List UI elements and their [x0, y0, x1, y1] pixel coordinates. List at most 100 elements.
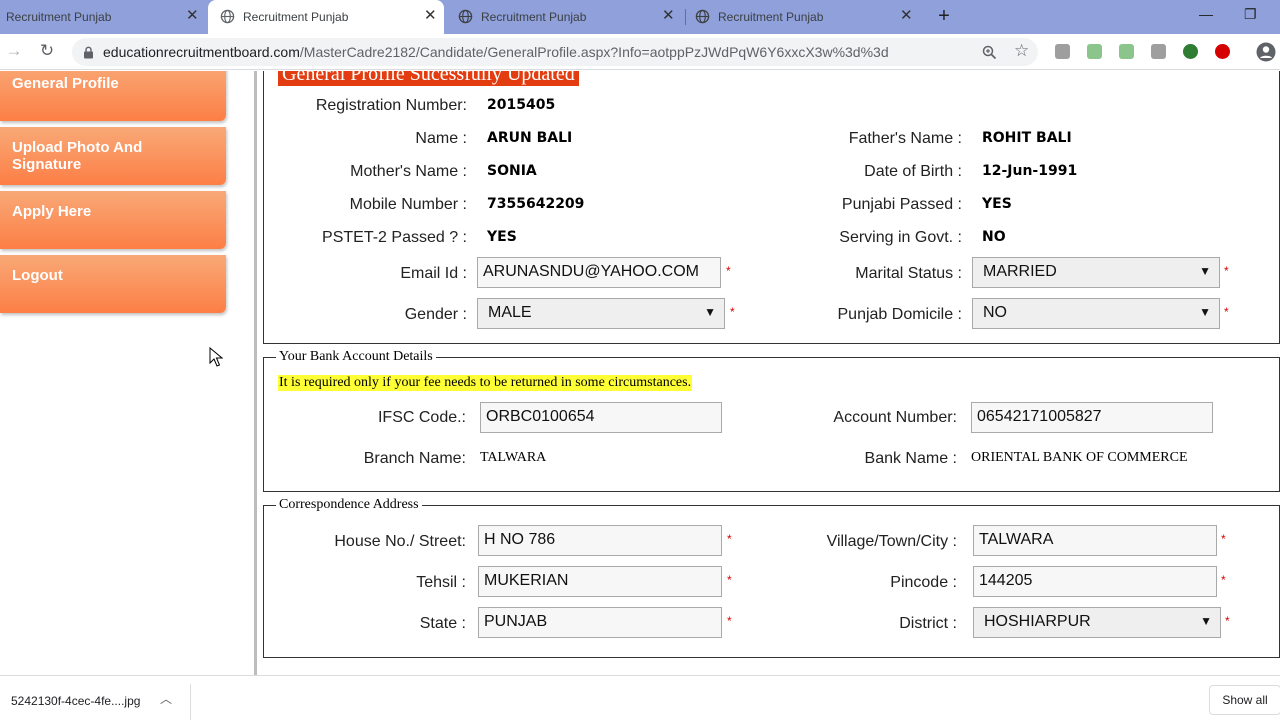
required-marker: *: [1224, 264, 1229, 278]
mother-name-value: SONIA: [487, 163, 537, 179]
ifsc-label: IFSC Code.:: [377, 409, 466, 426]
tab-strip: Recruitment Punjab ✕ Recruitment Punjab …: [0, 0, 1280, 34]
pincode-label: Pincode :: [890, 574, 957, 591]
branch-name-label: Branch Name:: [363, 450, 466, 467]
required-marker: *: [1221, 532, 1226, 546]
marital-status-value: MARRIED: [983, 263, 1057, 280]
pstet-label: PSTET-2 Passed ? :: [322, 229, 467, 246]
chevron-up-icon[interactable]: ︿: [160, 690, 172, 707]
sidebar-item-general-profile[interactable]: General Profile: [0, 71, 226, 121]
sidebar-item-label: Apply Here: [12, 203, 92, 220]
registration-value: 2015405: [487, 97, 556, 113]
account-number-field[interactable]: 06542171005827: [971, 402, 1213, 433]
account-number-label: Account Number:: [833, 409, 957, 426]
district-label: District :: [899, 615, 957, 632]
mouse-cursor-icon: [209, 347, 223, 367]
download-separator: [190, 684, 191, 720]
minimize-icon[interactable]: —: [1199, 6, 1213, 22]
mother-name-label: Mother's Name :: [350, 163, 467, 180]
tab-title: Recruitment Punjab: [481, 10, 587, 24]
tab-recruitment-punjab-3[interactable]: Recruitment Punjab ✕: [448, 0, 684, 34]
marital-status-select[interactable]: MARRIED ▼: [972, 257, 1220, 288]
bank-note: It is required only if your fee needs to…: [278, 375, 693, 391]
close-tab-icon[interactable]: ✕: [900, 8, 913, 24]
download-item[interactable]: 5242130f-4cec-4fe....jpg ︿: [0, 676, 190, 720]
extension-icon[interactable]: [1119, 44, 1134, 59]
sidebar-item-logout[interactable]: Logout: [0, 255, 226, 313]
extension-icon[interactable]: [1183, 44, 1198, 59]
dob-value: 12-Jun-1991: [982, 163, 1078, 179]
close-tab-icon[interactable]: ✕: [662, 8, 675, 24]
sidebar-item-label: General Profile: [12, 75, 119, 92]
close-tab-icon[interactable]: ✕: [186, 8, 199, 24]
lock-icon[interactable]: [83, 46, 94, 59]
sidebar-item-label: Logout: [12, 267, 63, 284]
dob-label: Date of Birth :: [864, 163, 962, 180]
punjab-domicile-value: NO: [983, 304, 1007, 321]
tab-recruitment-punjab-2[interactable]: Recruitment Punjab ✕: [208, 0, 444, 34]
dropdown-arrow-icon: ▼: [1199, 305, 1211, 319]
address-bar[interactable]: educationrecruitmentboard.com/MasterCadr…: [72, 38, 1038, 66]
punjabi-passed-label: Punjabi Passed :: [841, 196, 962, 213]
state-label: State :: [419, 615, 466, 632]
state-field[interactable]: PUNJAB: [478, 607, 722, 638]
required-marker: *: [726, 264, 731, 278]
gender-value: MALE: [488, 304, 532, 321]
browser-toolbar: → ↻ educationrecruitmentboard.com/Master…: [0, 34, 1280, 70]
extension-icon[interactable]: [1151, 44, 1166, 59]
success-banner: General Profile Sucessfully Updated: [278, 71, 579, 86]
pstet-value: YES: [487, 229, 517, 245]
extension-icon[interactable]: [1087, 44, 1102, 59]
tehsil-field[interactable]: MUKERIAN: [478, 566, 722, 597]
tab-recruitment-punjab-1[interactable]: Recruitment Punjab ✕: [0, 0, 206, 34]
name-label: Name :: [415, 130, 467, 147]
bookmark-star-icon[interactable]: ☆: [1014, 41, 1029, 61]
tab-recruitment-punjab-4[interactable]: Recruitment Punjab ✕: [686, 0, 922, 34]
required-marker: *: [727, 614, 732, 628]
mobile-value: 7355642209: [487, 196, 585, 212]
punjab-domicile-label: Punjab Domicile :: [837, 306, 963, 323]
bank-section-legend: Your Bank Account Details: [276, 349, 436, 365]
email-field[interactable]: ARUNASNDU@YAHOO.COM: [477, 257, 721, 288]
reload-icon[interactable]: ↻: [37, 41, 57, 61]
url-host: educationrecruitmentboard.com: [103, 44, 300, 60]
back-arrow-icon[interactable]: →: [4, 41, 24, 61]
address-section-legend: Correspondence Address: [276, 497, 422, 513]
serving-govt-value: NO: [982, 229, 1006, 245]
zoom-icon[interactable]: [982, 45, 997, 60]
tab-title: Recruitment Punjab: [243, 10, 349, 24]
correspondence-address-section: Correspondence Address House No./ Street…: [263, 497, 1280, 658]
mobile-label: Mobile Number :: [349, 196, 467, 213]
sidebar-item-apply-here[interactable]: Apply Here: [0, 191, 226, 249]
punjabi-passed-value: YES: [982, 196, 1012, 212]
new-tab-plus-icon[interactable]: +: [934, 5, 954, 28]
url-path: /MasterCadre2182/Candidate/GeneralProfil…: [299, 44, 889, 60]
required-marker: *: [727, 532, 732, 546]
vertical-divider: [254, 71, 257, 675]
required-marker: *: [1224, 305, 1229, 319]
gender-select[interactable]: MALE ▼: [477, 298, 725, 329]
sidebar-item-upload-photo[interactable]: Upload Photo And Signature: [0, 127, 226, 185]
dropdown-arrow-icon: ▼: [1199, 264, 1211, 278]
opera-extension-icon[interactable]: [1215, 44, 1230, 59]
extension-icon[interactable]: [1055, 44, 1070, 59]
registration-label: Registration Number:: [315, 97, 467, 114]
ifsc-field[interactable]: ORBC0100654: [480, 402, 722, 433]
tab-title: Recruitment Punjab: [718, 10, 824, 24]
download-filename: 5242130f-4cec-4fe....jpg: [11, 694, 141, 708]
dropdown-arrow-icon: ▼: [1200, 614, 1212, 628]
punjab-domicile-select[interactable]: NO ▼: [972, 298, 1220, 329]
house-street-field[interactable]: H NO 786: [478, 525, 722, 556]
profile-avatar-icon[interactable]: [1256, 42, 1276, 62]
close-tab-icon[interactable]: ✕: [424, 8, 437, 24]
village-town-city-label: Village/Town/City :: [826, 533, 957, 550]
village-town-city-field[interactable]: TALWARA: [973, 525, 1217, 556]
district-select[interactable]: HOSHIARPUR ▼: [973, 607, 1221, 638]
restore-icon[interactable]: ❐: [1244, 6, 1257, 23]
show-all-button[interactable]: Show all: [1209, 685, 1280, 715]
globe-icon: [458, 9, 473, 24]
house-street-label: House No./ Street:: [334, 533, 466, 550]
pincode-field[interactable]: 144205: [973, 566, 1217, 597]
email-label: Email Id :: [400, 265, 467, 282]
gender-label: Gender :: [404, 306, 467, 323]
